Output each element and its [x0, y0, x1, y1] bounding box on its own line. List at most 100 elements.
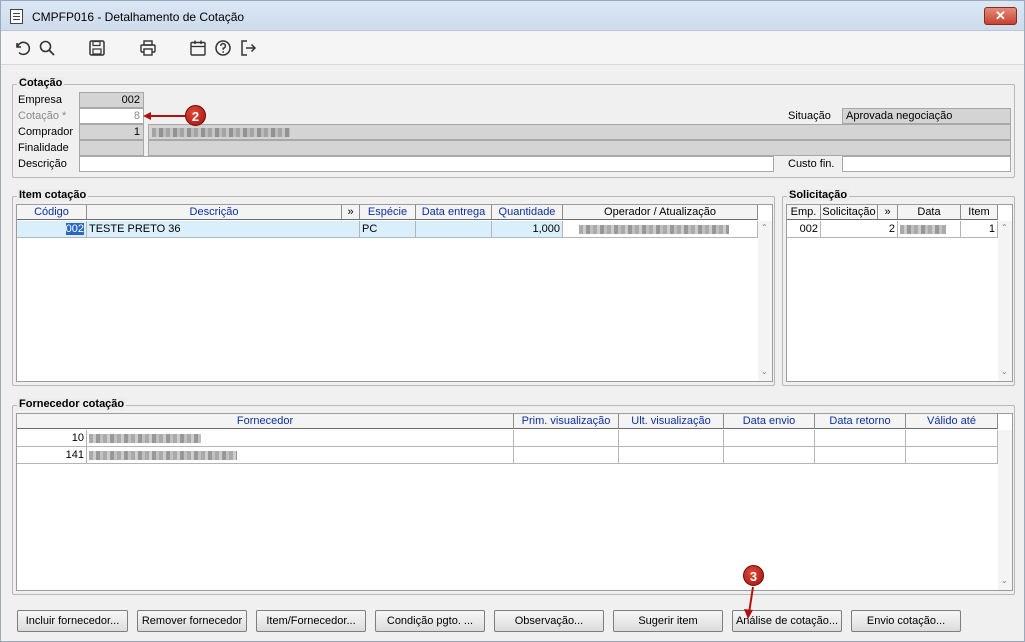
prim-visualizacao-cell[interactable] — [514, 447, 619, 464]
condicao-pgto-button[interactable]: Condição pgto. ... — [375, 610, 485, 632]
finalidade-name-field[interactable] — [148, 140, 1011, 156]
redacted-text — [89, 450, 237, 460]
custo-fin-field[interactable] — [842, 156, 1011, 172]
col-data-envio[interactable]: Data envio — [724, 414, 815, 429]
finalidade-code-field[interactable] — [79, 140, 144, 156]
cotacao-group-title: Cotação — [17, 77, 65, 89]
col-data-retorno[interactable]: Data retorno — [815, 414, 906, 429]
sugerir-item-button[interactable]: Sugerir item — [613, 610, 723, 632]
fornecedor-name-cell[interactable] — [87, 430, 514, 447]
ult-visualizacao-cell[interactable] — [619, 447, 724, 464]
redacted-text — [900, 224, 946, 234]
title-bar: CMPFP016 - Detalhamento de Cotação ✕ — [1, 1, 1024, 31]
col-quantidade[interactable]: Quantidade — [492, 205, 563, 220]
comprador-code-field[interactable]: 1 — [79, 124, 144, 140]
prim-visualizacao-cell[interactable] — [514, 430, 619, 447]
data-envio-cell[interactable] — [724, 430, 815, 447]
col-expand[interactable]: » — [878, 205, 898, 220]
vertical-scrollbar[interactable]: ⌃ ⌄ — [998, 221, 1012, 381]
descricao-cell[interactable]: TESTE PRETO 36 — [87, 221, 360, 238]
cotacao-label: Cotação * — [18, 110, 67, 122]
observacao-button[interactable]: Observação... — [494, 610, 604, 632]
col-solicitacao[interactable]: Solicitação — [821, 205, 878, 220]
save-icon[interactable] — [86, 37, 108, 59]
operador-cell[interactable] — [563, 221, 758, 238]
annotation-arrow-2 — [143, 112, 187, 120]
solicitacao-group-title: Solicitação — [787, 189, 850, 201]
redacted-text — [579, 224, 729, 234]
cotacao-field[interactable]: 8 — [79, 108, 144, 124]
custo-fin-label: Custo fin. — [788, 158, 835, 170]
item-cotacao-table: Código Descrição » Espécie Data entrega … — [16, 204, 773, 382]
codigo-cell[interactable]: 002 — [17, 221, 87, 238]
solicitacao-table: Emp. Solicitação » Data Item 002 2 1 ⌃ ⌄ — [786, 204, 1013, 382]
situacao-field: Aprovada negociação — [842, 108, 1011, 124]
item-cotacao-group-title: Item cotação — [17, 189, 89, 201]
col-data[interactable]: Data — [898, 205, 961, 220]
emp-cell[interactable]: 002 — [787, 221, 821, 238]
descricao-field[interactable] — [79, 156, 774, 172]
annotation-arrow-3 — [744, 586, 754, 619]
data-envio-cell[interactable] — [724, 447, 815, 464]
empresa-field[interactable]: 002 — [79, 92, 144, 108]
annotation-marker-3: 3 — [743, 565, 764, 586]
col-fornecedor[interactable]: Fornecedor — [17, 414, 514, 429]
toolbar — [1, 31, 1024, 65]
solicitacao-cell[interactable]: 2 — [821, 221, 898, 238]
comprador-name-field[interactable] — [148, 124, 1011, 140]
descricao-label: Descrição — [18, 158, 67, 170]
print-icon[interactable] — [137, 37, 159, 59]
col-valido-ate[interactable]: Válido até — [906, 414, 998, 429]
comprador-label: Comprador — [18, 126, 74, 138]
col-item[interactable]: Item — [961, 205, 998, 220]
situacao-label: Situação — [788, 110, 831, 122]
data-entrega-cell[interactable] — [416, 221, 492, 238]
scroll-down-icon[interactable]: ⌄ — [1001, 576, 1008, 585]
especie-cell[interactable]: PC — [360, 221, 416, 238]
remover-fornecedor-button[interactable]: Remover fornecedor — [137, 610, 247, 632]
item-cell[interactable]: 1 — [961, 221, 998, 238]
fornecedor-name-cell[interactable] — [87, 447, 514, 464]
scroll-up-icon[interactable]: ⌃ — [761, 223, 768, 232]
finalidade-label: Finalidade — [18, 142, 69, 154]
exit-icon[interactable] — [237, 37, 259, 59]
col-ult-visualizacao[interactable]: Ult. visualização — [619, 414, 724, 429]
envio-cotacao-button[interactable]: Envio cotação... — [851, 610, 961, 632]
col-especie[interactable]: Espécie — [360, 205, 416, 220]
col-operador[interactable]: Operador / Atualização — [563, 205, 758, 220]
col-data-entrega[interactable]: Data entrega — [416, 205, 492, 220]
col-codigo[interactable]: Código — [17, 205, 87, 220]
valido-ate-cell[interactable] — [906, 447, 998, 464]
vertical-scrollbar[interactable]: ⌄ — [998, 430, 1012, 590]
fornecedor-group-title: Fornecedor cotação — [17, 398, 127, 410]
incluir-fornecedor-button[interactable]: Incluir fornecedor... — [17, 610, 128, 632]
fornecedor-code-cell[interactable]: 141 — [17, 447, 87, 464]
vertical-scrollbar[interactable]: ⌃ ⌄ — [758, 221, 772, 381]
fornecedor-code-cell[interactable]: 10 — [17, 430, 87, 447]
col-emp[interactable]: Emp. — [787, 205, 821, 220]
app-window: CMPFP016 - Detalhamento de Cotação ✕ Cot… — [0, 0, 1025, 642]
quantidade-cell[interactable]: 1,000 — [492, 221, 563, 238]
data-cell[interactable] — [898, 221, 961, 238]
document-icon — [10, 9, 23, 24]
data-retorno-cell[interactable] — [815, 430, 906, 447]
calendar-icon[interactable] — [187, 37, 209, 59]
annotation-marker-2: 2 — [185, 105, 206, 126]
window-title: CMPFP016 - Detalhamento de Cotação — [32, 10, 245, 24]
scroll-down-icon[interactable]: ⌄ — [761, 367, 768, 376]
col-prim-visualizacao[interactable]: Prim. visualização — [514, 414, 619, 429]
close-button[interactable]: ✕ — [984, 7, 1017, 25]
empresa-label: Empresa — [18, 94, 63, 106]
help-icon[interactable] — [212, 37, 234, 59]
ult-visualizacao-cell[interactable] — [619, 430, 724, 447]
undo-icon[interactable] — [11, 37, 33, 59]
scroll-down-icon[interactable]: ⌄ — [1001, 367, 1008, 376]
item-fornecedor-button[interactable]: Item/Fornecedor... — [256, 610, 366, 632]
col-expand[interactable]: » — [342, 205, 360, 220]
valido-ate-cell[interactable] — [906, 430, 998, 447]
col-descricao[interactable]: Descrição — [87, 205, 342, 220]
search-icon[interactable] — [36, 37, 58, 59]
data-retorno-cell[interactable] — [815, 447, 906, 464]
redacted-text — [89, 433, 201, 443]
scroll-up-icon[interactable]: ⌃ — [1001, 223, 1008, 232]
